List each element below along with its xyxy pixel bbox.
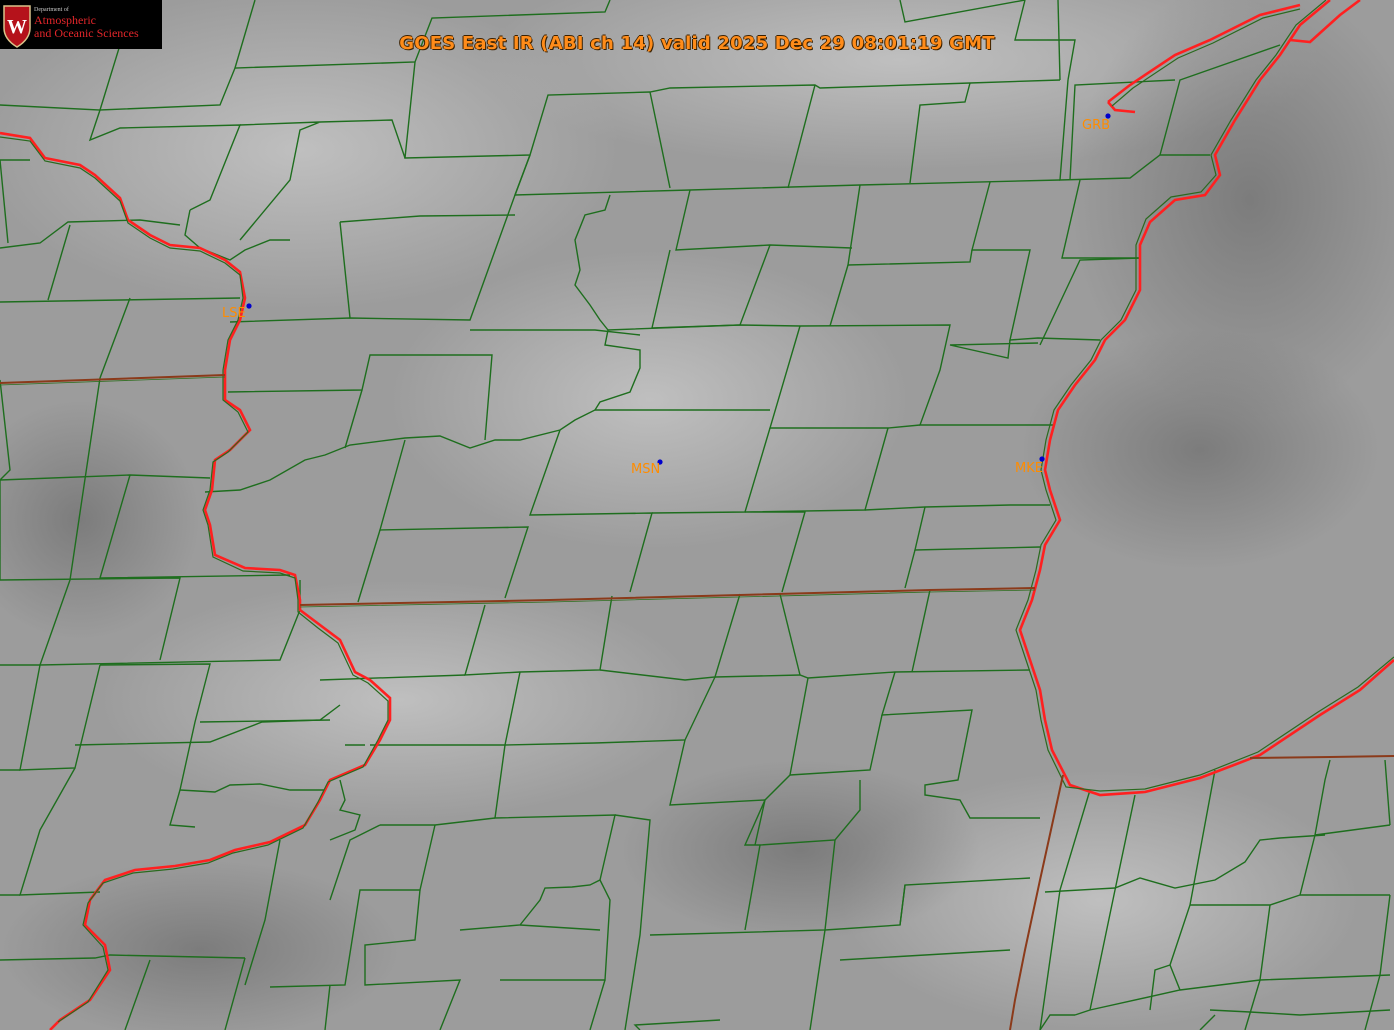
aos-logo[interactable]: W Department of Atmospheric and Oceanic …: [0, 0, 162, 49]
crest-letter: W: [7, 16, 27, 38]
station-label-grb: GRB: [1082, 118, 1111, 133]
station-label-mke: MKE: [1015, 461, 1043, 476]
logo-line-2: and Oceanic Sciences: [34, 26, 139, 40]
satellite-map: LSE MSN MKE GRB GOES East IR (ABI ch 14)…: [0, 0, 1394, 1030]
station-dot-lse: [246, 303, 252, 309]
image-title: GOES East IR (ABI ch 14) valid 2025 Dec …: [399, 33, 995, 54]
station-label-msn: MSN: [631, 462, 661, 477]
uw-crest-icon: W: [3, 5, 31, 48]
logo-text: Department of Atmospheric and Oceanic Sc…: [34, 7, 139, 40]
map-canvas: [0, 0, 1394, 1030]
station-label-lse: LSE: [222, 306, 246, 321]
